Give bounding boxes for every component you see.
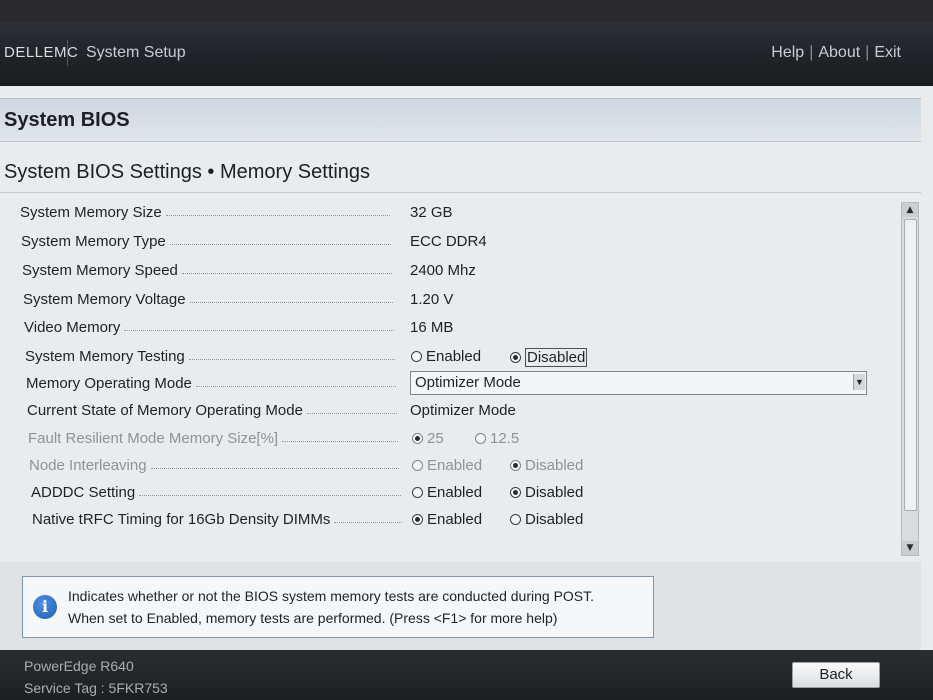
operating-mode-dropdown[interactable]: Optimizer Mode ▼	[410, 371, 867, 395]
setting-label: ADDDC Setting	[31, 484, 401, 501]
trfc-enabled-radio[interactable]: Enabled	[412, 511, 482, 528]
setting-label: Current State of Memory Operating Mode	[27, 402, 397, 419]
setting-row-node-interleaving: Node Interleaving Enabled Disabled	[4, 453, 884, 479]
setting-label: System Memory Voltage	[23, 291, 393, 308]
nav-separator: |	[865, 44, 870, 61]
setting-label: System Memory Size	[20, 204, 390, 221]
top-bar: DELLEMC System Setup Help | About | Exit	[0, 22, 933, 86]
back-button[interactable]: Back	[792, 662, 880, 688]
dropdown-arrow-icon: ▼	[853, 374, 865, 390]
monitor-bezel	[0, 0, 933, 22]
page-title: System BIOS Settings • Memory Settings	[4, 161, 371, 183]
scroll-up-arrow-icon[interactable]: ▲	[902, 203, 918, 217]
help-box: i Indicates whether or not the BIOS syst…	[22, 576, 654, 638]
adddc-disabled-radio[interactable]: Disabled	[510, 484, 583, 501]
setting-label: System Memory Testing	[25, 348, 395, 365]
setting-label: System Memory Speed	[22, 262, 392, 279]
setting-label: Native tRFC Timing for 16Gb Density DIMM…	[32, 511, 402, 528]
setting-value: 1.20 V	[410, 291, 454, 308]
setting-label: Node Interleaving	[29, 457, 399, 474]
help-link[interactable]: Help	[771, 44, 804, 61]
setting-row-memory-type: System Memory Type ECC DDR4	[4, 229, 884, 255]
help-line: Indicates whether or not the BIOS system…	[68, 588, 595, 604]
server-model: PowerEdge R640	[24, 658, 134, 674]
nav-separator: |	[809, 44, 814, 61]
exit-link[interactable]: Exit	[874, 44, 901, 61]
setting-label: Memory Operating Mode	[26, 375, 396, 392]
setting-value: 32 GB	[410, 204, 453, 221]
settings-panel: System Memory Size 32 GB System Memory T…	[4, 197, 904, 555]
scroll-down-arrow-icon[interactable]: ▼	[902, 541, 918, 555]
section-title: System BIOS	[4, 109, 130, 131]
radio-circle-icon	[510, 514, 521, 525]
radio-circle-icon	[411, 351, 422, 362]
header-divider	[67, 40, 68, 66]
radio-circle-icon	[475, 433, 486, 444]
fault-resilient-25-radio: 25	[412, 430, 444, 447]
top-nav: Help | About | Exit	[771, 44, 901, 62]
settings-scrollbar[interactable]: ▲ ▼	[901, 202, 919, 556]
help-line: When set to Enabled, memory tests are pe…	[68, 610, 558, 626]
setting-row-video-memory: Video Memory 16 MB	[4, 315, 884, 341]
setting-value: 16 MB	[410, 319, 454, 336]
bios-screen: DELLEMC System Setup Help | About | Exit Sys…	[0, 22, 933, 700]
trfc-disabled-radio[interactable]: Disabled	[510, 511, 583, 528]
help-text: Indicates whether or not the BIOS system…	[68, 585, 648, 629]
service-tag: Service Tag : 5FKR753	[24, 680, 168, 696]
node-interleaving-disabled-radio: Disabled	[510, 457, 583, 474]
footer-bar: PowerEdge R640 Service Tag : 5FKR753 Bac…	[0, 650, 933, 700]
radio-selected-icon	[510, 487, 521, 498]
app-title: System Setup	[86, 44, 186, 61]
radio-selected-icon	[510, 352, 521, 363]
setting-value: Optimizer Mode	[410, 402, 516, 419]
radio-selected-icon	[510, 460, 521, 471]
info-icon: i	[33, 595, 57, 619]
memory-testing-enabled-radio[interactable]: Enabled	[411, 348, 481, 365]
adddc-enabled-radio[interactable]: Enabled	[412, 484, 482, 501]
memory-testing-disabled-radio[interactable]: Disabled	[510, 348, 588, 367]
setting-value: 2400 Mhz	[410, 262, 476, 279]
setting-row-memory-testing: System Memory Testing Enabled Disabled	[4, 344, 884, 370]
section-header: System BIOS	[0, 98, 921, 142]
setting-row-operating-mode: Memory Operating Mode Optimizer Mode ▼	[4, 371, 884, 397]
setting-label: Video Memory	[24, 319, 394, 336]
radio-circle-icon	[412, 487, 423, 498]
scrollbar-thumb[interactable]	[904, 219, 917, 511]
setting-label: Fault Resilient Mode Memory Size[%]	[28, 430, 398, 447]
setting-row-memory-voltage: System Memory Voltage 1.20 V	[4, 287, 884, 313]
setting-label: System Memory Type	[21, 233, 391, 250]
radio-selected-icon	[412, 433, 423, 444]
setting-row-fault-resilient: Fault Resilient Mode Memory Size[%] 25 1…	[4, 426, 884, 452]
about-link[interactable]: About	[818, 44, 860, 61]
setting-row-trfc: Native tRFC Timing for 16Gb Density DIMM…	[4, 507, 884, 533]
fault-resilient-12-5-radio: 12.5	[475, 430, 519, 447]
radio-selected-icon	[412, 514, 423, 525]
node-interleaving-enabled-radio: Enabled	[412, 457, 482, 474]
setting-row-memory-size: System Memory Size 32 GB	[4, 200, 884, 226]
setting-row-memory-speed: System Memory Speed 2400 Mhz	[4, 258, 884, 284]
help-area: i Indicates whether or not the BIOS syst…	[0, 562, 921, 650]
title-divider	[0, 192, 921, 193]
setting-value: ECC DDR4	[410, 233, 487, 250]
setting-row-adddc: ADDDC Setting Enabled Disabled	[4, 480, 884, 506]
radio-circle-icon	[412, 460, 423, 471]
setting-row-current-mode: Current State of Memory Operating Mode O…	[4, 398, 884, 424]
